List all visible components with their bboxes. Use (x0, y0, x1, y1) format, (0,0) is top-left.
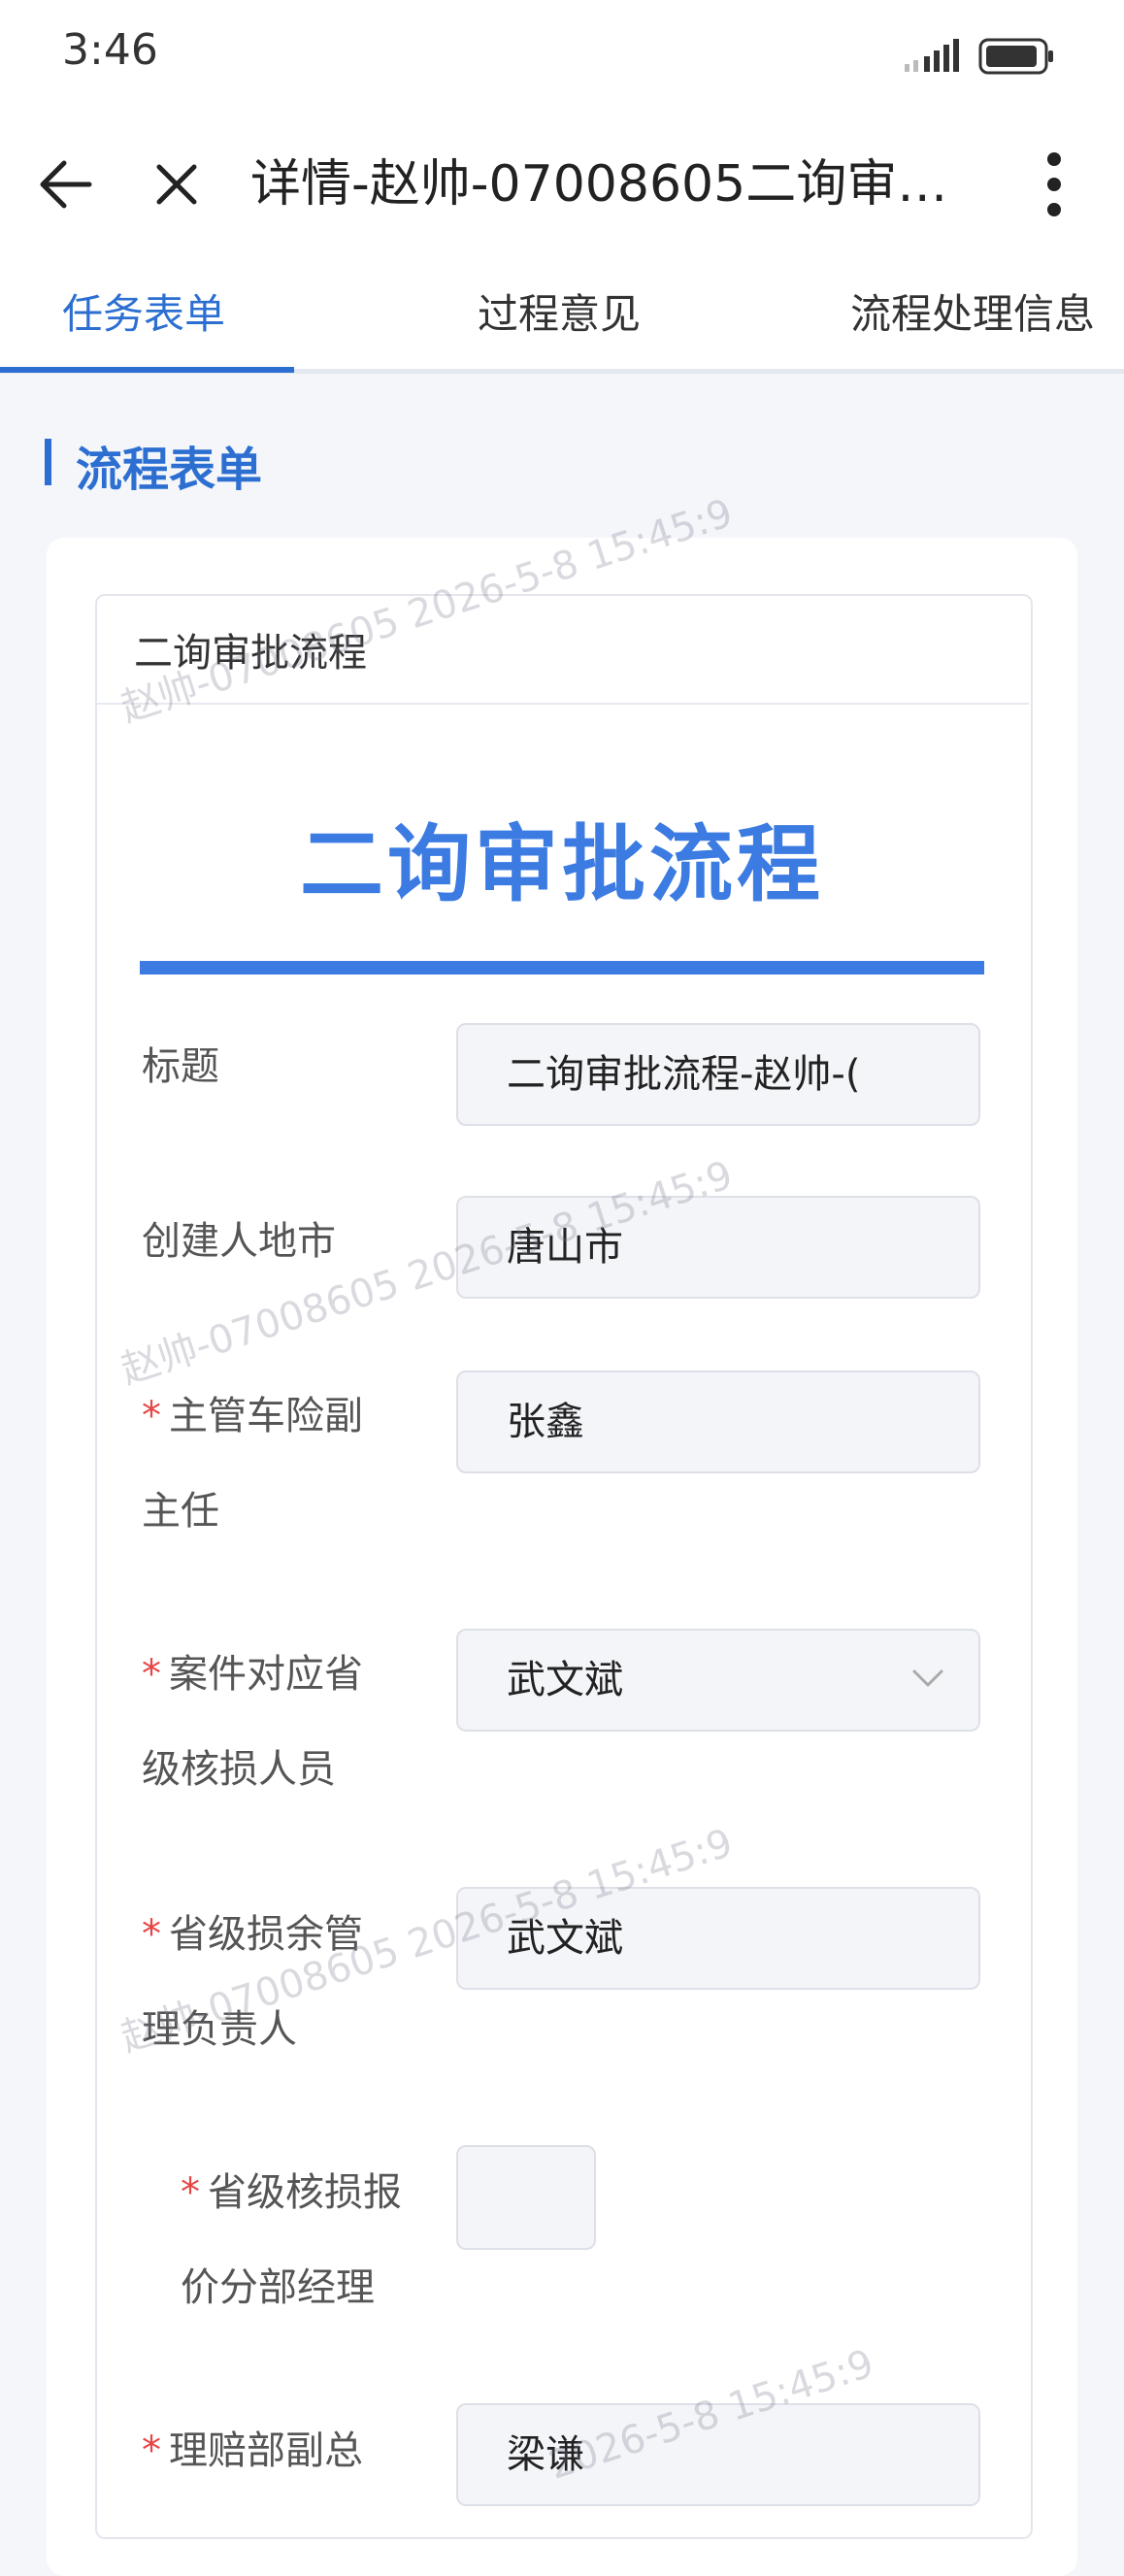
field-label-text: 理赔部副总 (169, 2428, 363, 2473)
tab-bar: 任务表单 过程意见 流程处理信息 (0, 272, 1124, 374)
field-label-title: 标题 (142, 1019, 404, 1114)
field-label-text: 级核损人员 (142, 1747, 336, 1792)
required-mark: * (181, 2170, 200, 2215)
field-label-text: 价分部经理 (181, 2265, 375, 2310)
tab-process-info[interactable]: 流程处理信息 (850, 281, 1095, 341)
field-label-text: 省级损余管 (169, 1912, 363, 1957)
form-title-rule (140, 961, 984, 974)
required-mark: * (142, 1652, 161, 1697)
field-label-text: 创建人地市 (142, 1219, 336, 1264)
supervisor-field[interactable]: 张鑫 (456, 1371, 980, 1473)
required-mark: * (142, 1912, 161, 1957)
form-card-divider (97, 703, 1029, 705)
claims-deputy-field[interactable]: 梁谦 (456, 2403, 980, 2506)
chevron-down-icon (912, 1669, 943, 1687)
field-label-supervisor: * 主管车险副 主任 (142, 1369, 404, 1559)
section-title: 流程表单 (76, 443, 263, 497)
quote-manager-field[interactable] (456, 2145, 596, 2250)
tab-task-form[interactable]: 任务表单 (62, 281, 225, 341)
required-mark: * (142, 1394, 161, 1438)
creator-city-field[interactable]: 唐山市 (456, 1196, 980, 1299)
close-icon[interactable] (146, 153, 208, 215)
active-tab-indicator (0, 367, 294, 373)
status-time: 3:46 (62, 25, 158, 75)
title-field[interactable]: 二询审批流程-赵帅-( (456, 1023, 980, 1126)
required-mark: * (142, 2428, 161, 2473)
signal-icon (905, 39, 959, 72)
navigation-bar: 详情-赵帅-07008605二询审… (0, 136, 1124, 233)
salvage-manager-field[interactable]: 武文斌 (456, 1887, 980, 1990)
page-title: 详情-赵帅-07008605二询审… (250, 155, 948, 214)
title-field-value: 二询审批流程-赵帅-( (507, 1052, 861, 1097)
field-label-case-assessor: * 案件对应省 级核损人员 (142, 1627, 404, 1817)
battery-icon (978, 38, 1053, 75)
field-label-quote-manager: * 省级核损报 价分部经理 (181, 2145, 443, 2335)
salvage-manager-field-value: 武文斌 (507, 1916, 623, 1961)
case-assessor-select-value: 武文斌 (507, 1658, 623, 1702)
back-arrow-icon[interactable] (35, 153, 97, 215)
field-label-text: 主任 (142, 1489, 219, 1534)
field-label-text: 省级核损报 (208, 2170, 402, 2215)
field-label-creator-city: 创建人地市 (142, 1194, 404, 1289)
form-card-header: 二询审批流程 (134, 631, 367, 676)
creator-city-field-value: 唐山市 (507, 1225, 623, 1270)
more-vertical-icon[interactable] (1025, 149, 1083, 219)
claims-deputy-field-value: 梁谦 (507, 2432, 584, 2477)
field-label-salvage-manager: * 省级损余管 理负责人 (142, 1887, 404, 2077)
field-label-text: 标题 (142, 1044, 219, 1089)
form-title: 二询审批流程 (300, 816, 824, 913)
case-assessor-select[interactable]: 武文斌 (456, 1629, 980, 1732)
field-label-claims-deputy: * 理赔部副总 (142, 2403, 404, 2498)
section-accent-bar (45, 439, 51, 485)
supervisor-field-value: 张鑫 (507, 1400, 584, 1444)
field-label-text: 理负责人 (142, 2007, 297, 2052)
app-header: 3:46 详情-赵帅-07008605二询审… 任务表单 过程意见 流程处理信息 (0, 0, 1124, 374)
tab-process-opinions[interactable]: 过程意见 (478, 281, 641, 341)
field-label-text: 案件对应省 (169, 1652, 363, 1697)
field-label-text: 主管车险副 (169, 1394, 363, 1438)
